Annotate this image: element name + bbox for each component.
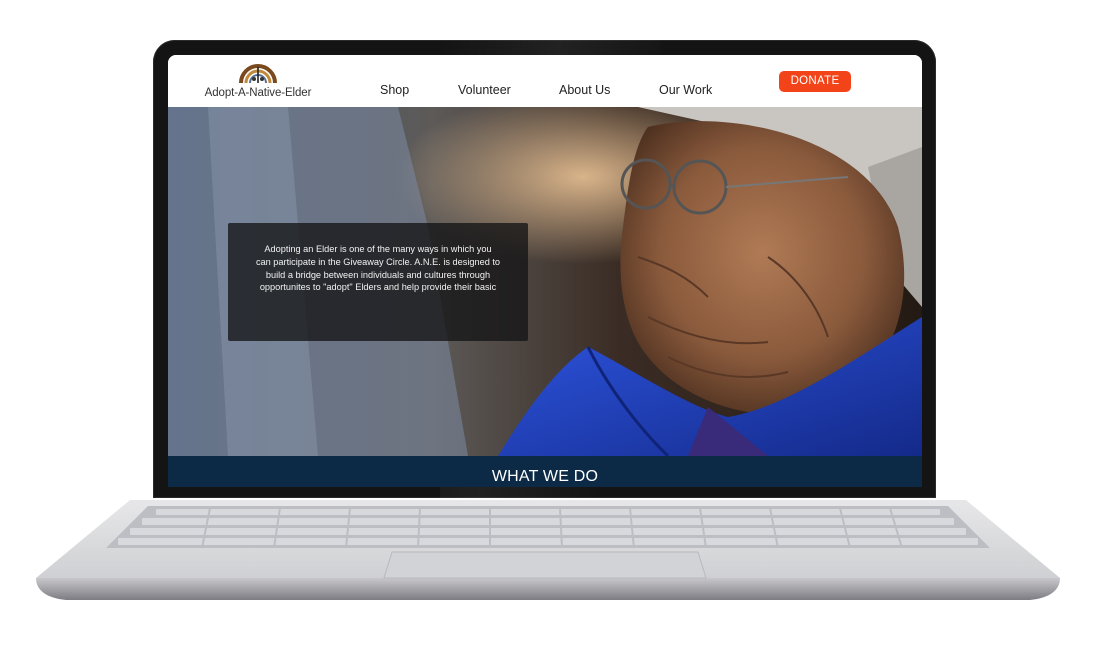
logo-emblem-icon (239, 64, 277, 84)
nav-our-work[interactable]: Our Work (659, 83, 712, 97)
nav-shop[interactable]: Shop (380, 83, 409, 97)
hero-text: Adopting an Elder is one of the many way… (255, 244, 501, 293)
what-we-do-band: WHAT WE DO (168, 456, 922, 487)
hero-banner: Adopting an Elder is one of the many way… (168, 107, 922, 456)
logo-text: Adopt-A-Native-Elder (204, 87, 312, 99)
site-header: Adopt-A-Native-Elder Shop Volunteer Abou… (168, 55, 922, 107)
hero-textbox: Adopting an Elder is one of the many way… (228, 223, 528, 341)
donate-button[interactable]: DONATE (779, 71, 851, 92)
site-logo[interactable]: Adopt-A-Native-Elder (198, 61, 318, 103)
laptop-base (36, 500, 1060, 600)
section-title: WHAT WE DO (491, 468, 599, 485)
laptop-screen: Adopt-A-Native-Elder Shop Volunteer Abou… (168, 55, 922, 487)
nav-volunteer[interactable]: Volunteer (458, 83, 511, 97)
nav-about-us[interactable]: About Us (559, 83, 610, 97)
